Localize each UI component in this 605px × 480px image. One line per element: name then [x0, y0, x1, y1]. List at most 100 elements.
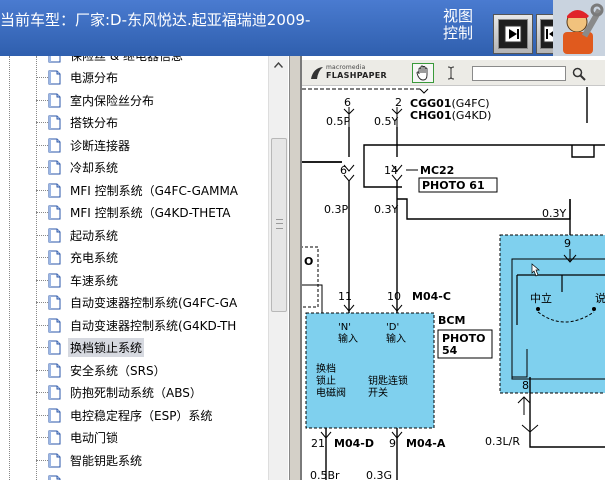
document-icon [48, 205, 61, 220]
document-icon [48, 70, 61, 85]
text-select-tool[interactable] [444, 63, 458, 83]
bottom-pin-left: 21 [311, 437, 325, 450]
tree-branch-line [36, 324, 48, 326]
tree-branch-line [36, 257, 48, 258]
tree-branch-line [36, 347, 48, 348]
tree-branch-line [36, 459, 48, 461]
photo-61-label: PHOTO 61 [422, 179, 485, 192]
document-icon [48, 363, 61, 378]
bcm-label: BCM [438, 314, 465, 327]
tree-branch-line [36, 212, 48, 213]
bottom-wire-left: 0.5Br [310, 469, 340, 480]
tree-item[interactable]: 自动变速器控制系统(G4FC-GA [36, 293, 239, 313]
tree-item[interactable]: 保险丝 & 继电器信息 [36, 56, 185, 65]
next-view-button[interactable] [493, 14, 533, 54]
document-icon [48, 408, 61, 423]
document-icon [48, 475, 61, 480]
tree-item-label: 换档锁止系统 [68, 338, 145, 357]
tree-item-label: MFI 控制系统（G4KD-THETA [70, 206, 231, 220]
mid-wire-far-right: 0.3Y [542, 207, 566, 220]
top-pin-right: 2 [395, 96, 402, 109]
tree-item-label: 搭铁分布 [70, 116, 119, 130]
tree-scrollbar[interactable] [268, 56, 288, 480]
tree-item[interactable]: 电控稳定程序（ESP）系统 [36, 405, 214, 425]
tree-item[interactable]: MFI 控制系统（G4FC-GAMMA [36, 180, 240, 200]
tree-item-label: 自动变速器控制系统(G4KD-TH [70, 318, 237, 333]
mid-connector: MC22 [420, 164, 454, 177]
bottom-wire-right: 0.3G [366, 469, 392, 480]
tree-branch-line [36, 392, 48, 393]
tree-item-label: 冷却系统 [70, 161, 119, 175]
bottom-wire-far-right: 0.3L/R [485, 435, 520, 448]
lower-pin-left: 11 [338, 290, 352, 303]
tree-item-label: 充电系统 [70, 251, 119, 265]
tree-item[interactable]: 电动门锁 [36, 428, 120, 448]
tree-item[interactable]: 安全系统（SRS） [36, 360, 168, 380]
tree-item[interactable]: 充电系统 [36, 248, 120, 268]
document-icon [48, 115, 61, 130]
lower-connector: M04-C [412, 290, 451, 303]
search-input[interactable] [472, 66, 566, 81]
tree-item[interactable]: 车速系统 [36, 270, 120, 290]
tree-branch-line [36, 279, 48, 281]
chevron-up-icon [274, 62, 283, 68]
document-icon [48, 93, 61, 108]
bottom-pin-right: 9 [389, 437, 396, 450]
tree-item[interactable]: 智能钥匙系统 [36, 450, 144, 470]
tree-item-label: 电控稳定程序（ESP）系统 [70, 408, 213, 423]
document-icon [48, 56, 61, 63]
tree-item-label: 电动门锁 [70, 431, 119, 445]
top-wire-left: 0.5P [326, 115, 350, 128]
viewer-toolbar: macromedia FLASHPAPER [302, 60, 605, 86]
tree-branch-line [36, 234, 48, 236]
document-icon [48, 273, 61, 288]
document-icon [48, 453, 61, 468]
tree-branch-line [36, 99, 48, 101]
scroll-thumb[interactable] [271, 138, 287, 312]
tree-item[interactable]: 防抱死制动系统（ABS） [36, 383, 204, 403]
switch-pin-bottom: 8 [522, 379, 529, 392]
vehicle-label: 当前车型：厂家:D-东风悦达.起亚福瑞迪2009- [0, 11, 311, 29]
search-icon [572, 67, 586, 81]
tree-item-label: 车速系统 [70, 273, 119, 288]
tree-item[interactable]: 冷却系统 [36, 158, 120, 178]
tree-item[interactable]: 电源分布 [36, 68, 120, 88]
app-window: 当前车型：厂家:D-东风悦达.起亚福瑞迪2009- 视图 控制 电源分布 室内保… [0, 0, 605, 480]
mid-wire-right: 0.3Y [374, 203, 398, 216]
hand-tool-button[interactable] [412, 63, 434, 83]
tree-item[interactable]: 起动系统 [36, 225, 120, 245]
mid-wire-left: 0.3P [324, 203, 348, 216]
bottom-connector-b: M04-A [406, 437, 446, 450]
tree-item[interactable]: 诊断连接器 [36, 135, 132, 155]
tree-item[interactable] [36, 473, 72, 480]
topic-tree: 保险丝 & 继电器信息电源分布室内保险丝分布搭铁分布诊断连接器冷却系统 MFI 控… [0, 56, 290, 480]
next-arrow-icon [498, 19, 528, 49]
wiring-diagram: 6 2 CGG01(G4FC) CHG01(G4KD) 0.5P 0.5Y 6 … [302, 87, 605, 480]
tree-item[interactable]: 换档锁止系统 [36, 338, 145, 358]
brand-top-text: macromedia [326, 64, 366, 71]
tree-item[interactable]: 搭铁分布 [36, 113, 120, 133]
tree-branch-line [36, 167, 48, 168]
tree-item-label: 智能钥匙系统 [70, 453, 143, 468]
tree-branch-line [36, 189, 48, 191]
document-icon [48, 183, 61, 198]
tree-branch-line [36, 144, 48, 146]
document-viewer: macromedia FLASHPAPER 6 2 CGG01(G4FC) CH… [300, 56, 605, 480]
document-icon [48, 250, 61, 265]
tree-item-label: 防抱死制动系统（ABS） [70, 386, 202, 400]
switch-pin-top: 9 [564, 237, 571, 250]
tree-item[interactable]: 自动变速器控制系统(G4KD-TH [36, 315, 238, 335]
tree-branch-line [36, 77, 48, 78]
document-icon [48, 228, 61, 243]
tree-item-label: 自动变速器控制系统(G4FC-GA [70, 296, 238, 310]
tree-branch-line [36, 369, 48, 371]
mid-pin-right: 14 [384, 164, 398, 177]
tree-branch-line [36, 414, 48, 416]
scroll-up-button[interactable] [269, 56, 288, 74]
tree-item-label: 起动系统 [70, 228, 119, 243]
search-button[interactable] [570, 65, 588, 83]
tree-item[interactable]: MFI 控制系统（G4KD-THETA [36, 203, 232, 223]
tree-item-label: 室内保险丝分布 [70, 93, 155, 108]
view-control-label: 视图 控制 [443, 7, 474, 42]
tree-item[interactable]: 室内保险丝分布 [36, 90, 156, 110]
